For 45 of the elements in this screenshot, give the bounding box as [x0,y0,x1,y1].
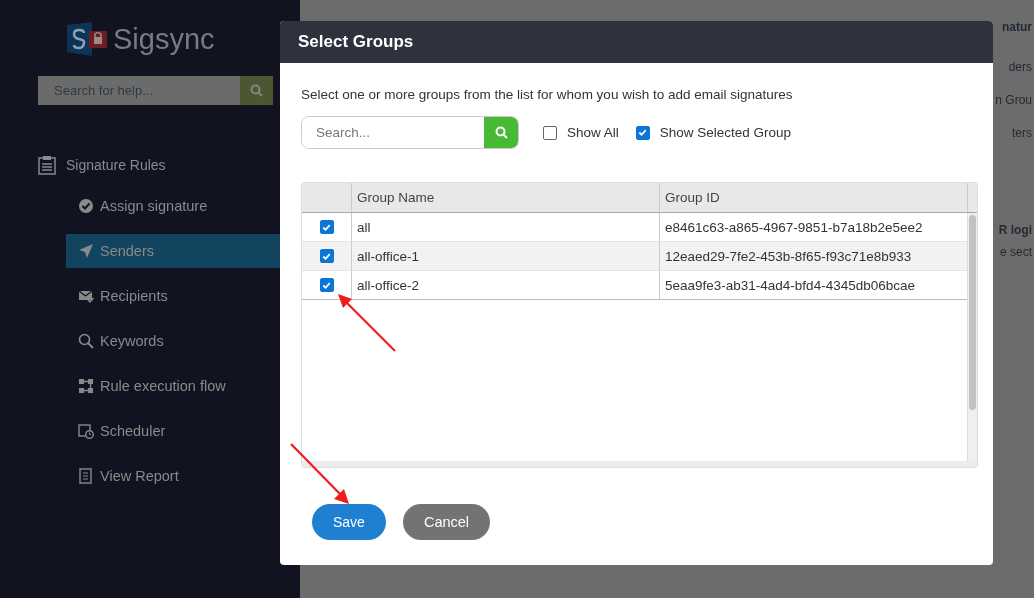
scrollbar[interactable] [967,213,977,461]
instruction-text: Select one or more groups from the list for whom you wish to add email signatures [301,87,794,102]
search-icon [494,126,508,139]
flowchart-icon [78,378,94,394]
dialog-title: Select Groups [298,32,414,52]
envelope-icon [78,288,94,304]
clipboard-icon [38,155,56,175]
table-cell: all-office-2 [351,271,659,299]
background-text: ders [1008,59,1032,75]
row-checkbox[interactable] [319,249,334,263]
checkbox[interactable] [543,125,557,140]
section-title: Signature Rules [66,157,166,173]
nav-item[interactable]: View Report [66,459,300,493]
logo-text: Sigsync [113,22,215,56]
table-cell: all-office-1 [351,242,659,270]
checkbox-label: Show Selected Group [659,125,792,140]
table-cell: all [351,213,659,241]
report-icon [78,468,94,484]
background-text: natur [1002,19,1032,35]
logo-icon [65,22,109,56]
column-header: Group Name [351,183,659,212]
background-text: e sect [1000,244,1032,260]
nav-item[interactable]: Recipients [66,279,300,313]
background-text: R logi [998,222,1032,238]
nav-item[interactable]: Scheduler [66,414,300,448]
save-button[interactable]: Save [312,504,386,540]
paper-plane-icon [78,243,94,259]
nav-item[interactable]: Keywords [66,324,300,358]
search-icon [78,333,94,349]
cancel-button[interactable]: Cancel [402,504,491,540]
arrow [288,441,352,507]
column-header: Group ID [659,183,967,212]
check-circle-icon [78,198,94,214]
nav-item[interactable]: Rule execution flow [66,369,300,403]
row-checkbox[interactable] [319,220,334,234]
search-button[interactable] [484,117,518,148]
background-text: n Grou [995,92,1032,108]
background-text: ters [1012,125,1032,141]
row-checkbox[interactable] [319,278,334,292]
search-icon [250,84,263,97]
calendar-clock-icon [78,423,94,439]
checkbox-label: Show All [567,125,619,140]
nav-item[interactable]: Assign signature [66,189,300,223]
search-bar[interactable]: Search... [301,116,519,149]
checkbox[interactable] [635,125,650,140]
